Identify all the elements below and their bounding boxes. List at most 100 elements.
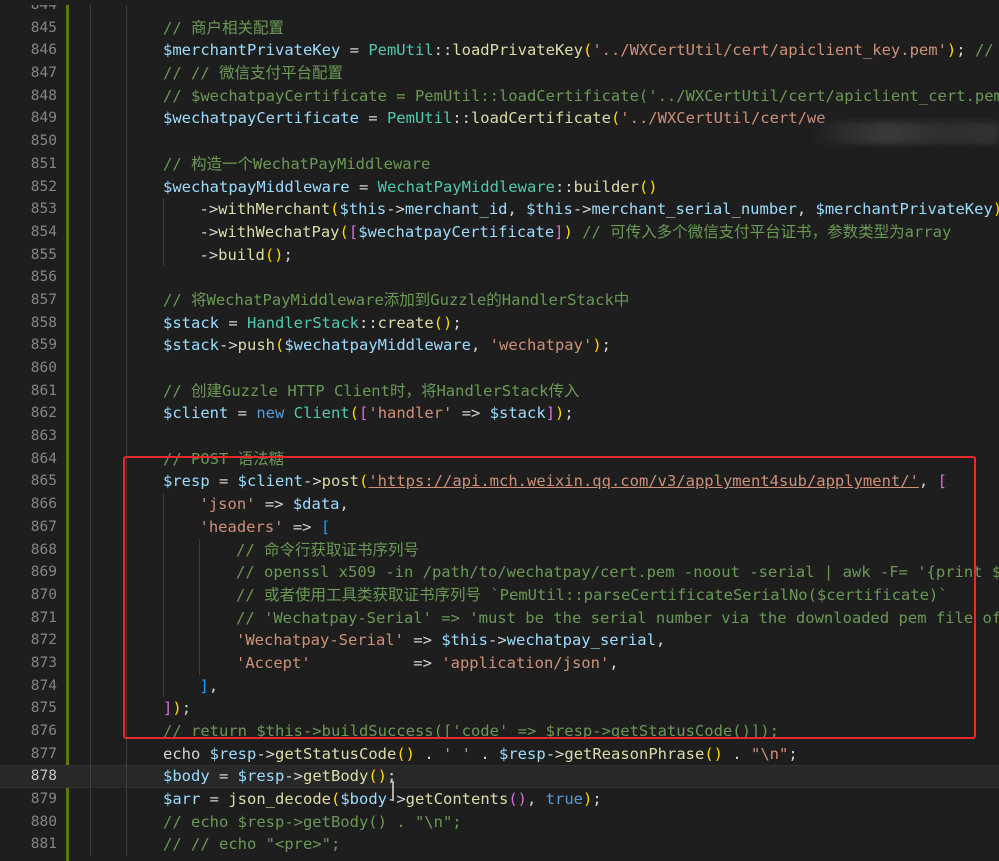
code-text[interactable]: 'Wechatpay-Serial' => $this->wechatpay_s… — [236, 629, 665, 652]
code-line[interactable]: 854 ->withWechatPay([$wechatpayCertificat… — [0, 220, 999, 244]
code-text[interactable]: 'json' => $data, — [200, 493, 349, 516]
code-line[interactable]: 860 — [0, 357, 999, 380]
code-text[interactable]: $client = new Client(['handler' => $stac… — [163, 402, 574, 425]
code-text[interactable]: ->withMerchant($this->merchant_id, $this… — [200, 198, 999, 221]
code-text[interactable]: $stack->push($wechatpayMiddleware, 'wech… — [163, 334, 611, 357]
code-line[interactable]: 861 // 创建Guzzle HTTP Client时，将HandlerStac… — [0, 379, 999, 403]
indent-guide — [163, 515, 164, 539]
code-line[interactable]: 852 $wechatpayMiddleware = WechatPayMiddl… — [0, 175, 999, 199]
indent-guide — [163, 198, 164, 221]
indent-guide — [126, 788, 127, 811]
code-token: = — [209, 472, 238, 491]
code-text[interactable]: ], — [200, 675, 219, 698]
code-line[interactable]: 845 // 商户相关配置 — [0, 16, 999, 40]
code-text[interactable]: $wechatpayCertificate = PemUtil::loadCer… — [163, 107, 826, 130]
code-text[interactable]: ->withWechatPay([$wechatpayCertificate])… — [200, 221, 952, 244]
code-line[interactable]: 863 — [0, 425, 999, 448]
code-text[interactable]: // 商户相关配置 — [163, 17, 284, 40]
code-line[interactable]: 864 // POST 语法糖 — [0, 447, 999, 471]
code-line[interactable]: 865 $resp = $client->post('https://api.mc… — [0, 470, 999, 494]
code-line[interactable]: 868 // 命令行获取证书序列号 — [0, 538, 999, 562]
code-text[interactable]: // return $this->buildSuccess(['code' =>… — [163, 720, 779, 743]
code-token: withMerchant — [218, 200, 331, 219]
code-line[interactable]: 862 $client = new Client(['handler' => $s… — [0, 402, 999, 426]
code-line[interactable]: 851 // 构造一个WechatPayMiddleware — [0, 152, 999, 176]
code-text[interactable]: // 构造一个WechatPayMiddleware — [163, 153, 430, 176]
code-text[interactable]: $body = $resp->getBody(); — [163, 765, 396, 788]
code-token: $wechatpayMiddleware — [284, 336, 471, 355]
code-token: , — [796, 200, 816, 219]
code-line[interactable]: 871 // 'Wechatpay-Serial' => 'must be the… — [0, 606, 999, 630]
code-line[interactable]: 873 'Accept' => 'application/json', — [0, 651, 999, 675]
code-text[interactable]: // // 微信支付平台配置 — [163, 62, 343, 85]
code-text[interactable]: // 创建Guzzle HTTP Client时，将HandlerStack传入 — [163, 380, 579, 403]
code-token: . — [471, 744, 500, 763]
code-line[interactable]: 881 // // echo "<pre>"; — [0, 833, 999, 857]
code-line[interactable]: 859 $stack->push($wechatpayMiddleware, 'w… — [0, 334, 999, 357]
code-text[interactable]: $stack = HandlerStack::create(); — [163, 312, 462, 335]
code-text[interactable]: $resp = $client->post('https://api.mch.w… — [163, 470, 947, 493]
line-number: 860 — [30, 360, 57, 376]
code-text[interactable]: 'Accept' => 'application/json', — [236, 652, 619, 675]
indent-guide — [163, 651, 164, 675]
code-line[interactable]: 848 // $wechatpayCertificate = PemUtil::l… — [0, 84, 999, 108]
code-line[interactable]: 847 // // 微信支付平台配置 — [0, 62, 999, 85]
code-token: // 将WechatPayMiddleware添加到Guzzle的Handler… — [163, 290, 630, 309]
code-text[interactable]: // openssl x509 -in /path/to/wechatpay/c… — [236, 561, 999, 584]
code-line[interactable]: 875]); — [0, 697, 999, 720]
code-line[interactable]: 857 // 将WechatPayMiddleware添加到Guzzle的Hand… — [0, 288, 999, 312]
code-token: ; — [592, 790, 602, 809]
code-token: // openssl x509 -in /path/to/wechatpay/c… — [236, 563, 999, 582]
line-number: 878 — [30, 768, 57, 785]
code-text[interactable]: // echo $resp->getBody() . "\n"; — [163, 811, 462, 834]
code-line[interactable]: 878 $body = $resp->getBody(); — [0, 765, 999, 789]
code-token: ) — [555, 404, 565, 423]
code-token: () — [704, 744, 724, 763]
code-token: ; — [283, 245, 293, 264]
indent-guide — [163, 606, 164, 630]
code-line[interactable]: 874], — [0, 674, 999, 698]
code-line[interactable]: 879 $arr = json_decode($body->getContents… — [0, 788, 999, 811]
code-token: () — [396, 744, 416, 763]
code-token: = — [200, 790, 229, 809]
code-line[interactable]: 876 // return $this->buildSuccess(['code'… — [0, 720, 999, 743]
code-line[interactable]: 870 // 或者使用工具类获取证书序列号 `PemUtil::parseCert… — [0, 583, 999, 607]
code-line[interactable]: 856 — [0, 266, 999, 289]
indent-guide — [90, 651, 91, 675]
code-token: , — [507, 200, 527, 219]
code-line[interactable]: 880 // echo $resp->getBody() . "\n"; — [0, 810, 999, 834]
code-line[interactable]: 866 'json' => $data, — [0, 493, 999, 516]
code-text[interactable]: 'headers' => [ — [200, 516, 331, 539]
code-line[interactable]: 846 $merchantPrivateKey = PemUtil::loadPr… — [0, 39, 999, 63]
code-text[interactable]: echo $resp->getStatusCode() . ' ' . $res… — [163, 743, 798, 766]
code-text[interactable]: $arr = json_decode($body->getContents(),… — [163, 788, 602, 811]
code-text[interactable]: // $wechatpayCertificate = PemUtil::load… — [163, 85, 999, 108]
code-token: merchant_serial_number — [591, 200, 797, 219]
code-line[interactable]: 877 echo $resp->getStatusCode() . ' ' . $… — [0, 742, 999, 766]
code-line[interactable]: 869 // openssl x509 -in /path/to/wechatpa… — [0, 561, 999, 584]
code-line[interactable]: 872 'Wechatpay-Serial' => $this->wechatpa… — [0, 629, 999, 652]
code-text[interactable]: // 'Wechatpay-Serial' => 'must be the se… — [236, 607, 999, 630]
code-text[interactable]: // 将WechatPayMiddleware添加到Guzzle的Handler… — [163, 289, 629, 312]
code-token: , — [470, 336, 490, 355]
code-line[interactable]: 858 $stack = HandlerStack::create(); — [0, 311, 999, 335]
code-line[interactable]: 867 'headers' => [ — [0, 515, 999, 539]
code-text[interactable]: // 或者使用工具类获取证书序列号 `PemUtil::parseCertifi… — [236, 584, 948, 607]
code-token: 'application/json' — [441, 653, 610, 672]
indent-guide — [126, 379, 127, 403]
code-text[interactable]: // POST 语法糖 — [163, 448, 284, 471]
code-text[interactable]: $wechatpayMiddleware = WechatPayMiddlewa… — [163, 176, 658, 199]
code-line[interactable]: 855 ->build(); — [0, 243, 999, 267]
code-line[interactable]: 853 ->withMerchant($this->merchant_id, $t… — [0, 198, 999, 221]
code-token: = — [209, 767, 238, 786]
code-text[interactable]: ]); — [163, 697, 191, 720]
indent-guide — [126, 357, 127, 380]
code-token: => — [255, 495, 293, 514]
code-text[interactable]: ->build(); — [200, 244, 293, 267]
code-editor[interactable]: 844 845// 商户相关配置 846 $merchantPrivateKey = … — [0, 0, 999, 861]
code-text[interactable]: $merchantPrivateKey = PemUtil::loadPriva… — [163, 39, 999, 62]
indent-guide — [126, 198, 127, 221]
code-text[interactable]: // 命令行获取证书序列号 — [236, 539, 419, 562]
code-text[interactable]: // // echo "<pre>"; — [163, 833, 340, 856]
